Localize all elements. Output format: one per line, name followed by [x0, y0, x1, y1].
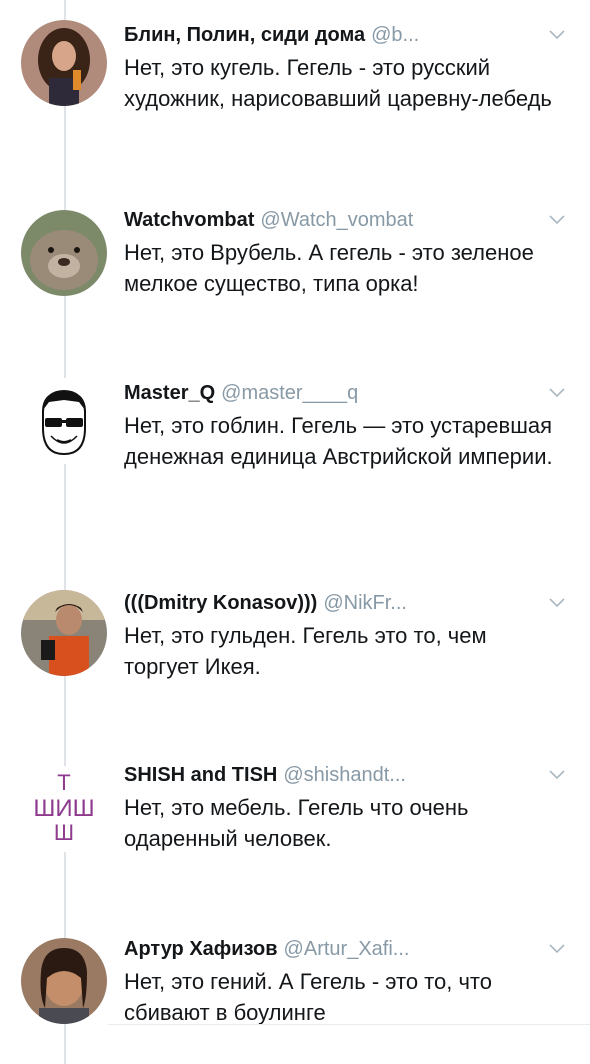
user-name[interactable]: Master_Q [124, 382, 215, 404]
bottom-fade [108, 1025, 590, 1064]
user-handle[interactable]: @Watch_vombat [260, 209, 413, 231]
chevron-down-icon[interactable] [548, 211, 566, 229]
user-handle[interactable]: @shishandt... [283, 764, 406, 786]
thread-line [64, 0, 66, 1064]
chevron-down-icon[interactable] [548, 26, 566, 44]
user-name[interactable]: (((Dmitry Konasov))) [124, 592, 317, 614]
user-name[interactable]: Watchvombat [124, 209, 254, 231]
tweet-text: Нет, это Врубель. А гегель - это зеленое… [124, 240, 534, 296]
chevron-down-icon[interactable] [548, 940, 566, 958]
user-name[interactable]: Артур Хафизов [124, 938, 278, 960]
logo-letter-middle: ШИШ [33, 795, 94, 822]
tweet-header: Master_Q @master____q [124, 378, 524, 408]
user-name[interactable]: Блин, Полин, сиди дома [124, 24, 365, 46]
avatar[interactable] [21, 590, 107, 676]
chevron-down-icon[interactable] [548, 384, 566, 402]
tweet-text: Нет, это гульден. Гегель это то, чем тор… [124, 623, 487, 679]
logo-letter-bottom: Ш [54, 820, 74, 845]
avatar[interactable] [21, 378, 107, 464]
logo-letter-top: Т [57, 770, 70, 795]
tweet-text: Нет, это кугель. Гегель - это русский ху… [124, 55, 552, 111]
tweet-header: Watchvombat @Watch_vombat [124, 205, 524, 235]
user-handle[interactable]: @Artur_Xafi... [284, 938, 410, 960]
tweet-text: Нет, это гений. А Гегель - это то, что с… [124, 969, 492, 1025]
tweet-header: SHISH and TISH @shishandt... [124, 760, 524, 790]
avatar[interactable] [21, 20, 107, 106]
tweet-text: Нет, это гоблин. Гегель — это устаревшая… [124, 413, 553, 469]
avatar[interactable] [21, 938, 107, 1024]
tweet-text: Нет, это мебель. Гегель что очень одарен… [124, 795, 469, 851]
tweet-header: Артур Хафизов @Artur_Xafi... [124, 934, 524, 964]
user-handle[interactable]: @b... [371, 24, 419, 46]
user-handle[interactable]: @NikFr... [323, 592, 407, 614]
chevron-down-icon[interactable] [548, 766, 566, 784]
avatar[interactable] [21, 210, 107, 296]
user-name[interactable]: SHISH and TISH [124, 764, 277, 786]
avatar[interactable]: Т ШИШ Ш [21, 766, 107, 852]
tweet-header: (((Dmitry Konasov))) @NikFr... [124, 588, 524, 618]
tweet-header: Блин, Полин, сиди дома @b... [124, 20, 524, 50]
user-handle[interactable]: @master____q [221, 382, 358, 404]
chevron-down-icon[interactable] [548, 594, 566, 612]
